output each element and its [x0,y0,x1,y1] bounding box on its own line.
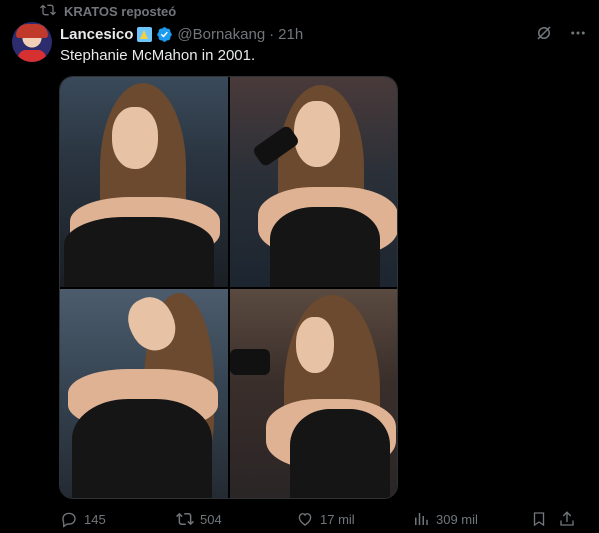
photo-1[interactable] [60,77,228,287]
photo-4[interactable] [229,288,397,498]
like-count: 17 mil [320,511,355,527]
avatar-shirt [18,50,46,62]
views-icon [412,510,430,528]
repost-banner[interactable]: KRATOS reposteó [40,2,176,20]
repost-label: KRATOS reposteó [64,3,177,19]
reply-count: 145 [84,511,106,527]
verified-badge-icon[interactable] [156,26,173,43]
heart-icon [296,510,314,528]
separator-dot: · [269,25,275,43]
tweet-header: Lancesico @Bornakang · 21h [60,24,587,44]
repost-count: 504 [200,511,222,527]
grok-icon[interactable] [535,24,553,42]
handle[interactable]: @Bornakang [177,26,265,43]
share-button[interactable] [558,510,576,528]
action-bar: 145 504 17 mil 309 mil [60,508,587,530]
photo-2[interactable] [229,77,397,287]
reply-button[interactable]: 145 [60,510,106,528]
photo-3[interactable] [60,288,228,498]
avatar[interactable] [12,22,52,62]
more-options-icon[interactable] [569,24,587,42]
repost-button[interactable]: 504 [176,510,222,528]
avatar-cap [16,24,48,38]
repost-action-icon [176,510,194,528]
bookmark-icon [530,510,548,528]
repost-icon [40,2,56,21]
media-grid[interactable] [59,76,398,499]
timestamp[interactable]: 21h [278,26,303,43]
flag-icon [137,26,153,42]
bookmark-button[interactable] [530,510,548,528]
header-actions [535,24,587,42]
reply-icon [60,510,78,528]
like-button[interactable]: 17 mil [296,510,355,528]
views-count: 309 mil [436,511,478,527]
share-icon [558,510,576,528]
tweet-text: Stephanie McMahon in 2001. [60,47,256,64]
display-name[interactable]: Lancesico [60,26,133,43]
views-button[interactable]: 309 mil [412,510,478,528]
